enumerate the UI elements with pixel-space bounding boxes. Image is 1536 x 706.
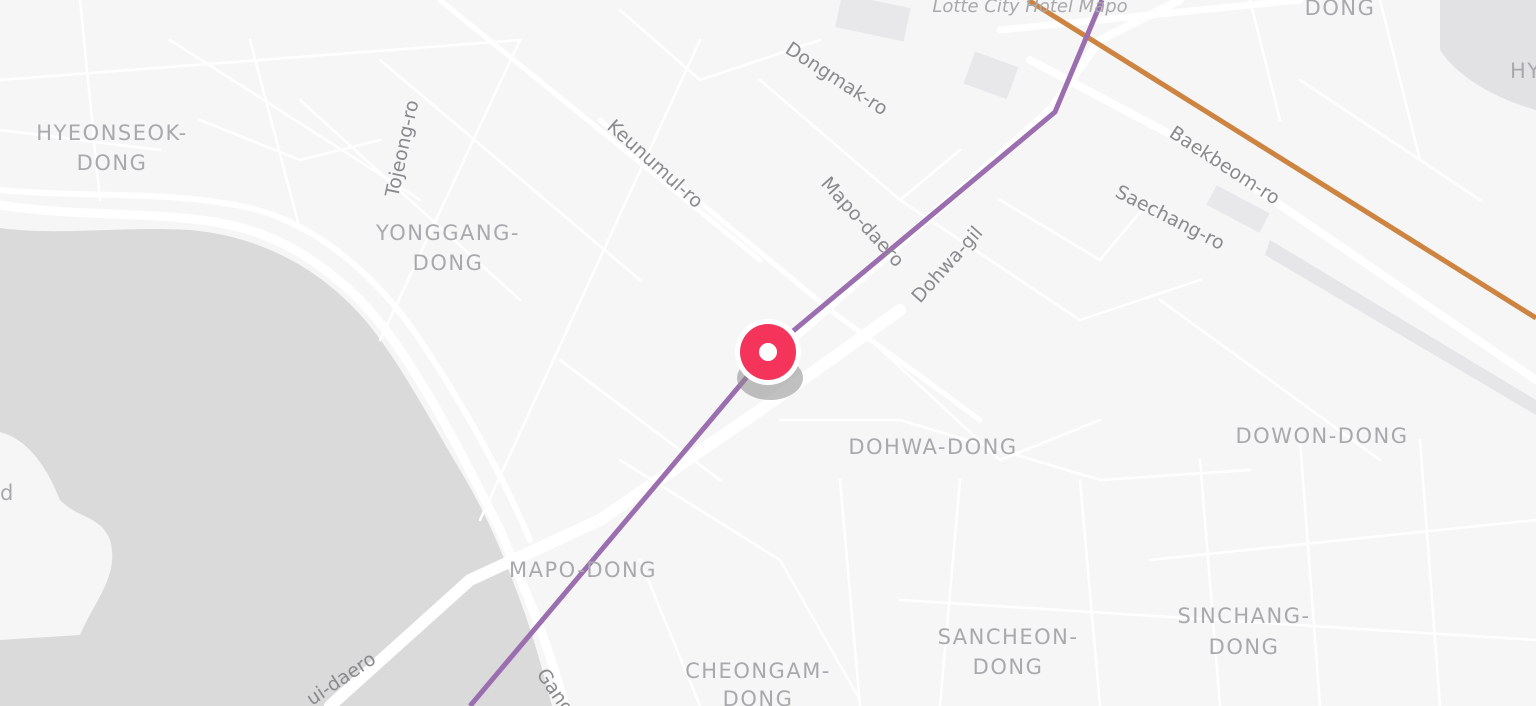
baekbeom-road xyxy=(1026,56,1536,384)
road-label-mapo-daero: Mapo-daero xyxy=(816,173,908,272)
park-block xyxy=(1440,0,1536,110)
district-label-top-dong: DONG xyxy=(1305,0,1376,20)
district-label-sancheon: SANCHEON- xyxy=(938,625,1079,649)
railway-block xyxy=(835,0,911,42)
district-label-top-right: HY xyxy=(1510,59,1536,83)
railway-strip xyxy=(1265,240,1536,415)
road-label-dohwa-gil: Dohwa-gil xyxy=(907,222,987,307)
district-label-cheongam: DONG xyxy=(723,687,794,706)
road-label-dongmak: Dongmak-ro xyxy=(781,38,891,120)
road-label-saechang: Saechang-ro xyxy=(1112,181,1228,255)
district-label-dowon: DOWON-DONG xyxy=(1236,424,1409,448)
district-label-sinchang: DONG xyxy=(1209,635,1280,659)
map-canvas[interactable]: HYEONSEOK- DONG YONGGANG- DONG DOHWA-DON… xyxy=(0,0,1536,706)
poi-label-lotte[interactable]: Lotte City Hotel Mapo xyxy=(932,0,1127,17)
road-label-keunumul: Keunumul-ro xyxy=(603,115,708,212)
district-label-yonggang: DONG xyxy=(413,251,484,275)
district-label-hyeonseok: DONG xyxy=(77,151,148,175)
road-label-tojeong: Tojeong-ro xyxy=(381,98,423,200)
district-label-mapo: MAPO-DONG xyxy=(509,558,657,582)
district-label-cheongam: CHEONGAM- xyxy=(685,659,831,683)
district-label-sinchang: SINCHANG- xyxy=(1177,604,1310,628)
district-label-yonggang: YONGGANG- xyxy=(375,221,520,245)
location-pin-icon[interactable] xyxy=(735,319,803,400)
island-label-fragment: d xyxy=(0,481,15,505)
district-label-hyeonseok: HYEONSEOK- xyxy=(36,121,187,145)
map-layer[interactable]: HYEONSEOK- DONG YONGGANG- DONG DOHWA-DON… xyxy=(0,0,1536,706)
district-label-dohwa: DOHWA-DONG xyxy=(848,435,1017,459)
building-block xyxy=(963,51,1019,100)
district-label-sancheon: DONG xyxy=(973,655,1044,679)
